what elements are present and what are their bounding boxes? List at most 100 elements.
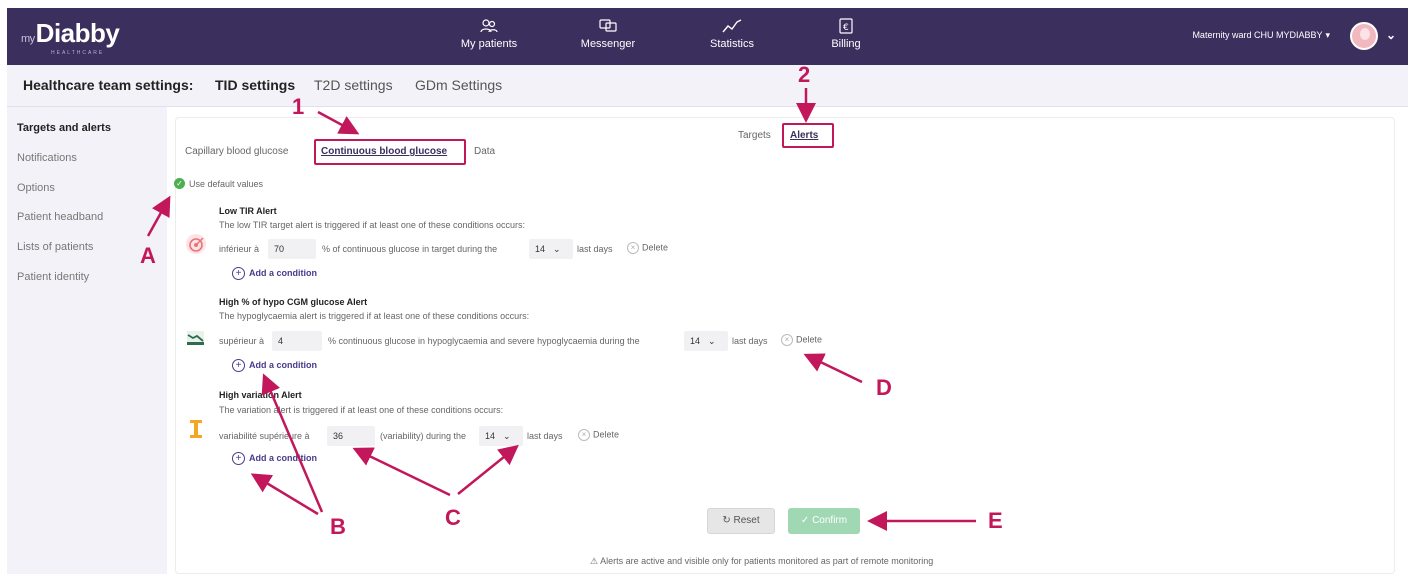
delete-label: Delete <box>642 242 669 253</box>
logo-prefix: my <box>21 33 35 45</box>
settings-title: Healthcare team settings: <box>23 77 194 93</box>
hypo-chart-icon <box>184 326 208 350</box>
add-condition-label: Add a condition <box>249 452 317 463</box>
sidebar-item-options[interactable]: Options <box>17 182 55 194</box>
nav-billing[interactable]: € Billing <box>801 18 891 50</box>
delete-label: Delete <box>593 429 620 440</box>
nav-label: Billing <box>831 38 861 50</box>
tab-t2d-settings[interactable]: T2D settings <box>314 77 393 93</box>
confirm-button[interactable]: ✓ Confirm <box>788 508 860 534</box>
days-value: 14 <box>485 431 496 441</box>
annotation-1: 1 <box>292 94 305 119</box>
condition-prefix: variabilité supérieure à <box>219 431 310 441</box>
condition-suffix: last days <box>527 431 563 441</box>
threshold-input[interactable]: 4 <box>272 331 322 351</box>
alert-description: The low TIR target alert is triggered if… <box>219 220 525 230</box>
threshold-input[interactable]: 36 <box>327 426 375 446</box>
alert-description: The hypoglycaemia alert is triggered if … <box>219 311 530 321</box>
annotation-2: 2 <box>798 62 811 87</box>
settings-header: Healthcare team settings: TID settings T… <box>7 65 1408 107</box>
variation-icon <box>186 417 210 441</box>
subtab-data[interactable]: Data <box>474 146 495 157</box>
top-navigation-bar: myDiabby HEALTHCARE My patients Messenge… <box>7 8 1408 65</box>
refresh-icon: ↻ <box>722 515 734 526</box>
remote-monitoring-note: ⚠ Alerts are active and visible only for… <box>590 556 933 567</box>
annotation-e: E <box>988 508 1003 533</box>
chevron-down-icon: ⌄ <box>553 244 561 254</box>
delete-label: Delete <box>796 334 823 345</box>
condition-prefix: inférieur à <box>219 244 260 254</box>
annotation-b: B <box>330 514 346 539</box>
target-icon <box>184 232 208 256</box>
sidebar-item-notifications[interactable]: Notifications <box>17 152 77 164</box>
check-icon: ✓ <box>800 515 813 526</box>
condition-text: % of continuous glucose in target during… <box>322 244 498 254</box>
nav-label: Messenger <box>580 38 636 50</box>
nav-label: My patients <box>460 38 518 50</box>
condition-suffix: last days <box>577 244 613 254</box>
tab-gdm-settings[interactable]: GDm Settings <box>415 77 502 93</box>
subtab-continuous[interactable]: Continuous blood glucose <box>321 146 447 157</box>
sidebar-item-patient-headband[interactable]: Patient headband <box>17 211 103 223</box>
delete-condition-button[interactable]: × Delete <box>627 242 668 254</box>
annotation-d: D <box>876 375 892 400</box>
reset-button[interactable]: ↻ Reset <box>707 508 775 534</box>
plus-icon: + <box>232 359 245 372</box>
add-condition-label: Add a condition <box>249 267 317 278</box>
add-condition-label: Add a condition <box>249 359 317 370</box>
add-condition-button[interactable]: + Add a condition <box>232 359 317 372</box>
plus-icon: + <box>232 267 245 280</box>
warning-icon: ⚠ <box>590 556 601 566</box>
tab-alerts[interactable]: Alerts <box>790 130 818 141</box>
delete-condition-button[interactable]: × Delete <box>578 429 619 441</box>
ward-label: Maternity ward CHU MYDIABBY <box>1192 30 1323 40</box>
sidebar-item-targets-alerts[interactable]: Targets and alerts <box>17 122 111 134</box>
add-condition-button[interactable]: + Add a condition <box>232 267 317 280</box>
days-select[interactable]: 14 ⌄ <box>684 331 728 351</box>
check-circle-icon[interactable]: ✓ <box>174 178 185 189</box>
add-condition-button[interactable]: + Add a condition <box>232 452 317 465</box>
close-icon: × <box>627 242 639 254</box>
logo-text: Diabby <box>35 18 120 48</box>
subtab-capillary[interactable]: Capillary blood glucose <box>185 146 288 157</box>
nav-my-patients[interactable]: My patients <box>444 18 534 50</box>
chevron-down-icon: ▾ <box>1325 30 1330 40</box>
close-icon: × <box>781 334 793 346</box>
sidebar-item-lists-of-patients[interactable]: Lists of patients <box>17 241 93 253</box>
chevron-down-icon: ⌄ <box>503 431 511 441</box>
sidebar-item-patient-identity[interactable]: Patient identity <box>17 271 89 283</box>
ward-selector[interactable]: Maternity ward CHU MYDIABBY ▾ <box>1192 30 1330 41</box>
default-values-label: Use default values <box>189 179 264 189</box>
delete-condition-button[interactable]: × Delete <box>781 334 822 346</box>
alert-title: High % of hypo CGM glucose Alert <box>219 297 368 307</box>
reset-label: Reset <box>733 515 760 526</box>
sidebar: Targets and alerts Notifications Options… <box>7 107 167 574</box>
close-icon: × <box>578 429 590 441</box>
avatar[interactable] <box>1350 22 1378 50</box>
days-value: 14 <box>690 336 701 346</box>
euro-doc-icon: € <box>839 18 853 34</box>
chat-icon <box>599 19 617 32</box>
annotation-c: C <box>445 505 461 530</box>
chart-line-icon <box>722 19 742 33</box>
condition-text: % continuous glucose in hypoglycaemia an… <box>328 336 640 346</box>
patients-icon <box>480 19 498 33</box>
chevron-down-icon[interactable]: ⌄ <box>1386 28 1396 42</box>
alert-title: Low TIR Alert <box>219 206 277 216</box>
note-text: Alerts are active and visible only for p… <box>600 556 934 566</box>
nav-statistics[interactable]: Statistics <box>687 18 777 50</box>
alert-title: High variation Alert <box>219 390 302 400</box>
condition-text: (variability) during the <box>380 431 467 441</box>
days-select[interactable]: 14 ⌄ <box>529 239 573 259</box>
days-select[interactable]: 14 ⌄ <box>479 426 523 446</box>
svg-text:€: € <box>843 23 849 33</box>
app-logo[interactable]: myDiabby HEALTHCARE <box>21 18 120 56</box>
condition-suffix: last days <box>732 336 768 346</box>
tab-targets[interactable]: Targets <box>738 130 771 141</box>
threshold-input[interactable]: 70 <box>268 239 316 259</box>
chevron-down-icon: ⌄ <box>708 336 716 346</box>
days-value: 14 <box>535 244 546 254</box>
plus-icon: + <box>232 452 245 465</box>
tab-tid-settings[interactable]: TID settings <box>215 77 295 93</box>
nav-messenger[interactable]: Messenger <box>563 18 653 50</box>
